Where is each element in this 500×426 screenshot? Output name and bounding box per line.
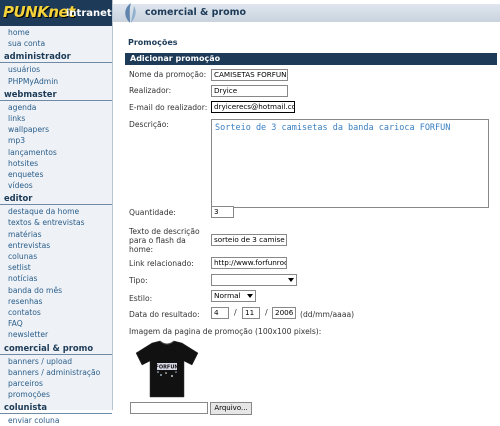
sidebar-item-link[interactable]: textos & entrevistas — [0, 217, 112, 228]
descricao-label: Descrição: — [129, 120, 169, 129]
sidebar-item-link[interactable]: notícias — [0, 273, 112, 284]
sidebar-item-link[interactable]: promoções — [0, 389, 112, 400]
sidebar-item-link[interactable]: links — [0, 113, 112, 124]
main-content: Promoções Adicionar promoção Nome da pro… — [122, 26, 500, 415]
descricao-textarea[interactable]: Sorteio de 3 camisetas da banda carioca … — [211, 119, 489, 208]
header: comercial & promo — [113, 0, 500, 26]
quantidade-label: Quantidade: — [129, 208, 176, 217]
sidebar-item-link[interactable]: banners / upload — [0, 356, 112, 367]
sidebar-item-link[interactable]: newsletter — [0, 329, 112, 340]
realizador-input[interactable]: Dryice — [211, 85, 288, 97]
email-label: E-mail do realizador: — [129, 103, 208, 112]
chevron-down-icon — [288, 278, 294, 282]
sidebar-section-heading: webmaster — [0, 89, 112, 101]
sidebar-section-heading: comercial & promo — [0, 343, 112, 355]
data-format-hint: (dd/mm/aaaa) — [300, 310, 355, 319]
data-month-input[interactable]: 11 — [242, 307, 260, 319]
sidebar-item-link[interactable]: entrevistas — [0, 240, 112, 251]
sidebar-item-link[interactable]: parceiros — [0, 378, 112, 389]
link-label: Link relacionado: — [129, 259, 194, 268]
sidebar-item-link[interactable]: wallpapers — [0, 124, 112, 135]
sidebar-item-link[interactable]: banda do mês — [0, 285, 112, 296]
flash-label-1: Texto de descrição — [129, 227, 200, 236]
tipo-label: Tipo: — [129, 276, 148, 285]
leaf-icon — [125, 3, 136, 23]
data-year-input[interactable]: 2006 — [272, 307, 296, 319]
chevron-down-icon — [247, 294, 253, 298]
sidebar-section-heading: editor — [0, 193, 112, 206]
sidebar-item-link[interactable]: vídeos — [0, 180, 112, 191]
section-title: Promoções — [128, 38, 178, 47]
tipo-select[interactable] — [211, 274, 297, 286]
email-input[interactable]: dryicerecs@hotmail.com — [211, 101, 295, 113]
sidebar-item-link[interactable]: FAQ — [0, 318, 112, 329]
tshirt-image: FORFUN — [135, 340, 199, 398]
sidebar-item-link[interactable]: enviar coluna — [0, 415, 112, 426]
sidebar-item-link[interactable]: resenhas — [0, 296, 112, 307]
sidebar-item-link[interactable]: colunas — [0, 251, 112, 262]
sidebar-item-link[interactable]: hotsites — [0, 158, 112, 169]
file-browse-button[interactable]: Arquivo... — [210, 402, 252, 415]
nome-input[interactable]: CAMISETAS FORFUN — [211, 69, 288, 81]
sidebar-section-heading: colunista — [0, 402, 112, 415]
sidebar: PUNKnet intranet home sua conta administra… — [0, 0, 113, 425]
data-label: Data do resultado: — [129, 310, 200, 319]
sidebar-item-link[interactable]: agenda — [0, 102, 112, 113]
estilo-select[interactable]: Normal — [211, 290, 256, 302]
estilo-label: Estilo: — [129, 294, 153, 303]
svg-text:FORFUN: FORFUN — [155, 365, 178, 371]
sidebar-item-link[interactable]: home — [0, 27, 112, 38]
link-input[interactable]: http://www.forfunroc — [211, 257, 287, 269]
sidebar-item-link[interactable]: matérias — [0, 229, 112, 240]
data-sep-1: / — [234, 308, 237, 317]
page-header-title: comercial & promo — [145, 7, 247, 18]
flash-label-3: home: — [129, 245, 154, 254]
realizador-label: Realizador: — [129, 86, 172, 95]
nome-label: Nome da promoção: — [129, 70, 207, 79]
sidebar-nav: home sua conta administrador usuários PHPMyA… — [0, 26, 112, 426]
sidebar-item-link[interactable]: sua conta — [0, 38, 112, 49]
sidebar-item-link[interactable]: usuários — [0, 64, 112, 75]
sidebar-item-link[interactable]: mp3 — [0, 135, 112, 146]
data-sep-2: / — [265, 308, 268, 317]
logo-brand: PUNKnet — [3, 3, 75, 21]
sidebar-item-link[interactable]: lançamentos — [0, 147, 112, 158]
sidebar-item-link[interactable]: PHPMyAdmin — [0, 76, 112, 87]
sidebar-item-link[interactable]: enquetes — [0, 169, 112, 180]
sidebar-item-link[interactable]: banners / administração — [0, 367, 112, 378]
imagem-label: Imagem da pagina de promoção (100x100 pi… — [129, 327, 322, 336]
sidebar-item-link[interactable]: contatos — [0, 307, 112, 318]
sidebar-item-link[interactable]: setlist — [0, 262, 112, 273]
data-day-input[interactable]: 4 — [211, 307, 229, 319]
quantidade-input[interactable]: 3 — [211, 206, 234, 218]
estilo-select-value: Normal — [214, 291, 241, 300]
flash-text-input[interactable]: sorteio de 3 camise — [211, 234, 287, 246]
punknet-logo[interactable]: PUNKnet intranet — [0, 0, 112, 26]
logo-sub: intranet — [66, 8, 112, 19]
sidebar-section-heading: administrador — [0, 51, 112, 64]
flash-label-2: para o flash da — [129, 236, 186, 245]
file-path-input[interactable] — [130, 402, 208, 414]
sidebar-item-link[interactable]: destaque da home — [0, 206, 112, 217]
panel-title: Adicionar promoção — [125, 53, 497, 65]
